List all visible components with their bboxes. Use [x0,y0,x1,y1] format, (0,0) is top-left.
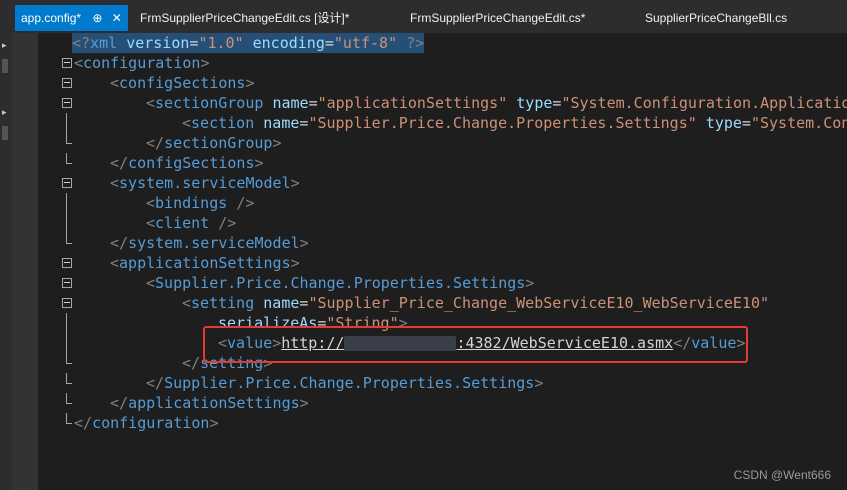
code-line: <configSections> [38,73,847,93]
tab-app-config[interactable]: app.config* ⊕ ✕ [15,5,128,31]
collapse-icon[interactable] [62,58,72,68]
code-line: <system.serviceModel> [38,173,847,193]
tab-label: FrmSupplierPriceChangeEdit.cs* [410,11,586,25]
collapse-icon[interactable] [62,298,72,308]
code-line: <setting name="Supplier_Price_Change_Web… [38,293,847,313]
xml-declaration: <?xml version="1.0" encoding="utf-8" ?> [72,33,425,53]
code-line: </configSections> [38,153,847,173]
code-line: <section name="Supplier.Price.Change.Pro… [38,113,847,133]
tab-frm-edit-designer[interactable]: FrmSupplierPriceChangeEdit.cs [设计]* [140,5,349,31]
code-line: </configuration> [38,413,847,433]
tab-frm-edit-code[interactable]: FrmSupplierPriceChangeEdit.cs* [410,5,585,31]
code-line: <applicationSettings> [38,253,847,273]
code-editor[interactable]: <?xml version="1.0" encoding="utf-8" ?> … [38,33,847,490]
code-line: </sectionGroup> [38,133,847,153]
code-line: </applicationSettings> [38,393,847,413]
panel-marker [2,59,8,73]
left-tool-strip: ▸ ▸ [0,33,12,490]
code-line: </Supplier.Price.Change.Properties.Setti… [38,373,847,393]
code-line: <Supplier.Price.Change.Properties.Settin… [38,273,847,293]
collapse-icon[interactable] [62,278,72,288]
collapse-icon[interactable] [62,78,72,88]
collapse-icon[interactable] [62,178,72,188]
panel-marker [2,126,8,140]
code-line: <sectionGroup name="applicationSettings"… [38,93,847,113]
code-line: <configuration> [38,53,847,73]
tab-supplier-bll[interactable]: SupplierPriceChangeBll.cs [645,5,787,31]
pin-icon[interactable]: ⊕ [92,11,102,25]
red-highlight-box [203,326,748,363]
tab-label: FrmSupplierPriceChangeEdit.cs [设计]* [140,11,350,25]
watermark: CSDN @Went666 [733,468,831,482]
code-line: <client /> [38,213,847,233]
collapse-icon[interactable] [62,98,72,108]
code-line: </system.serviceModel> [38,233,847,253]
code-line: <bindings /> [38,193,847,213]
arrow-right-icon[interactable]: ▸ [2,41,7,51]
tab-label: SupplierPriceChangeBll.cs [645,11,788,25]
glyph-margin [12,33,38,490]
code-line: <?xml version="1.0" encoding="utf-8" ?> [38,33,847,53]
document-tab-bar: app.config* ⊕ ✕ FrmSupplierPriceChangeEd… [0,0,847,35]
collapse-icon[interactable] [62,258,72,268]
close-icon[interactable]: ✕ [112,11,122,25]
tab-label: app.config* [21,11,82,25]
arrow-right-icon[interactable]: ▸ [2,108,7,118]
